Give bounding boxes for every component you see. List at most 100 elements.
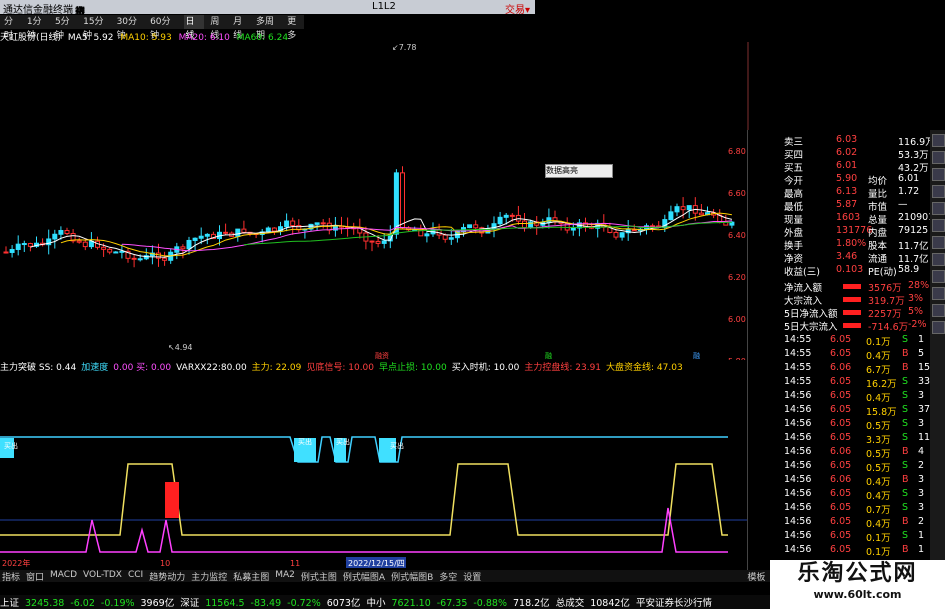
quote-value: 6.01 <box>836 160 858 171</box>
tick-row: 14:56 6.05 15.8万 S 37 <box>748 404 930 418</box>
price-tick: 6.00 <box>728 315 746 324</box>
tab-period[interactable]: 5分钟 <box>55 15 77 41</box>
tool-icon[interactable] <box>932 151 945 164</box>
tool-icon[interactable] <box>932 219 945 232</box>
flow-percent: -2% <box>908 319 927 330</box>
candle-body <box>198 235 204 239</box>
tool-icon[interactable] <box>932 134 945 147</box>
tick-price: 6.05 <box>830 348 852 359</box>
candle-body <box>113 251 119 254</box>
tick-side: B <box>902 474 909 485</box>
quote-key: 外盘 <box>784 228 804 239</box>
candlestick-chart[interactable]: ↙7.78 ↖4.94 6.80 6.60 6.40 6.20 6.00 5.80 融资 融 融 <box>0 42 760 360</box>
candle-body <box>375 240 381 244</box>
template-button[interactable]: 模板 <box>747 570 765 583</box>
indicator-tab[interactable]: 例式幅图B <box>391 570 433 583</box>
indicator-tab[interactable]: 多空 <box>439 570 457 583</box>
candle-body <box>631 229 637 232</box>
tab-period[interactable]: 30分钟 <box>117 15 144 41</box>
indicator-tab[interactable]: 主力监控 <box>191 570 227 583</box>
flow-percent: 3% <box>908 293 924 304</box>
candle-body <box>162 257 168 261</box>
quote-key2: 总量 <box>868 215 888 226</box>
indicator-tab[interactable]: VOL-TDX <box>83 570 122 582</box>
quote-key2: PE(动) <box>868 267 897 278</box>
tab-period[interactable]: 多周期 <box>256 15 281 41</box>
quote-value: 6.02 <box>836 147 858 158</box>
tool-icon[interactable] <box>932 236 945 249</box>
indicator-tab[interactable]: 例式主图 <box>301 570 337 583</box>
indicator-tab[interactable]: MA2 <box>275 570 295 582</box>
chart-header: 天虹股份(日线) MA5: 5.92 MA10: 5.93 MA20: 6.10… <box>0 30 292 43</box>
tick-count: 1 <box>918 334 925 345</box>
indicator-tab[interactable]: 设置 <box>463 570 481 583</box>
indicator-tab[interactable]: MACD <box>50 570 77 582</box>
quote-key: 最高 <box>784 189 804 200</box>
tick-side: B <box>902 446 909 457</box>
candle-body <box>442 234 448 240</box>
tick-time: 14:56 <box>784 418 812 429</box>
indicator-tab[interactable]: 私募主图 <box>233 570 269 583</box>
watermark: 乐淘公式网 www.60lt.com <box>770 560 945 609</box>
tick-row: 14:56 6.05 0.4万 S 3 <box>748 390 928 404</box>
tab-period[interactable]: 周线 <box>210 15 227 41</box>
quote-value: 3.46 <box>836 251 858 262</box>
candle-body <box>680 206 686 211</box>
quote-panel: 卖三 6.03 116.9万 买四 6.02 53.3万 买五 6.01 43.2万 今开 5.90… <box>747 130 945 570</box>
tick-volume: 0.5万 <box>866 421 891 432</box>
flow-bar <box>843 297 861 302</box>
tool-icon[interactable] <box>932 287 945 300</box>
quote-key: 买五 <box>784 163 804 174</box>
status-item: 7621.10 <box>391 598 431 609</box>
tab-period[interactable]: 15分钟 <box>83 15 110 41</box>
tick-count: 3 <box>918 488 925 499</box>
tick-price: 6.06 <box>830 362 852 373</box>
indicator-tab[interactable]: 指标 <box>2 570 20 583</box>
tick-volume: 0.4万 <box>866 519 891 530</box>
tick-count: 15 <box>918 362 931 373</box>
buy-signal-label: 买出 <box>298 437 312 446</box>
price-tick: 6.60 <box>728 189 746 198</box>
tick-time: 14:56 <box>784 432 812 443</box>
tick-row: 14:56 6.05 0.5万 S 2 <box>748 460 928 474</box>
tick-count: 3 <box>918 474 925 485</box>
tool-icon[interactable] <box>932 168 945 181</box>
indicator-tab[interactable]: 例式幅图A <box>343 570 385 583</box>
indicator-tab[interactable]: CCI <box>128 570 143 582</box>
quote-value2: 79125 <box>898 225 929 236</box>
tool-icon[interactable] <box>932 270 945 283</box>
tool-icon[interactable] <box>932 321 945 334</box>
tick-row: 14:56 6.05 0.4万 S 3 <box>748 488 928 502</box>
sub-indicator-chart[interactable]: 100.0090.0080.0070.0060.0050.0040.0030.0… <box>0 372 780 570</box>
date-highlight: 2022/12/15/四 <box>348 559 405 568</box>
tab-period[interactable]: 分时 <box>4 15 21 41</box>
tool-icon[interactable] <box>932 304 945 317</box>
candle-body <box>381 240 387 244</box>
tab-period[interactable]: 1分钟 <box>27 15 49 41</box>
tool-icon[interactable] <box>932 185 945 198</box>
tool-icon[interactable] <box>932 202 945 215</box>
highlight-popup[interactable]: 数据高亮 <box>545 164 613 178</box>
tick-side: S <box>902 460 909 471</box>
trade-button[interactable]: 交易▾ <box>505 1 530 16</box>
candle-body <box>570 227 576 231</box>
indicator-tab[interactable]: 趋势动力 <box>149 570 185 583</box>
status-item: -0.19% <box>100 598 135 609</box>
price-tick: 6.20 <box>728 273 746 282</box>
flow-row: 大宗流入 319.7万 3% <box>748 293 928 307</box>
tab-period[interactable]: 月线 <box>233 15 250 41</box>
buy-signal-label: 买出 <box>4 441 18 450</box>
tick-volume: 0.4万 <box>866 393 891 404</box>
tool-icon[interactable] <box>932 253 945 266</box>
tab-period[interactable]: 更多 <box>287 15 304 41</box>
quote-value2: 53.3万 <box>898 150 929 161</box>
tick-side: S <box>902 432 909 443</box>
candle-body <box>21 243 27 246</box>
quote-key: 卖三 <box>784 137 804 148</box>
quote-row: 最低 5.87 市值 — <box>748 199 928 213</box>
tab-period[interactable]: 60分钟 <box>150 15 177 41</box>
app-extra[interactable]: L1L2 <box>372 1 396 12</box>
indicator-tab[interactable]: 窗口 <box>26 570 44 583</box>
tab-period[interactable]: 日线 <box>183 15 205 41</box>
quote-key: 换手 <box>784 241 804 252</box>
